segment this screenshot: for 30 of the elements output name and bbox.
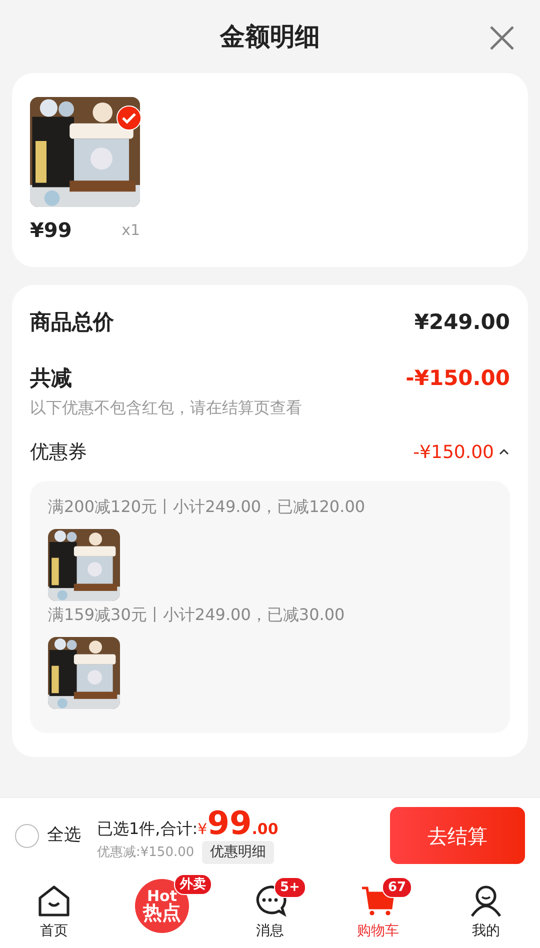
total-amount: 99 <box>207 807 252 839</box>
currency-symbol: ¥ <box>198 819 208 840</box>
discount-value: -¥150.00 <box>406 364 510 392</box>
select-all-label: 全选 <box>47 824 81 847</box>
coupon-label: 优惠券 <box>30 440 87 465</box>
dialog-title: 金额明细 <box>220 20 320 53</box>
discount-note: 以下优惠不包含红包，请在结算页查看 <box>29 397 303 419</box>
tab-bar-item[interactable]: 我的 <box>432 873 540 948</box>
discount-label: 共减 <box>30 364 72 392</box>
total-label: 商品总价 <box>30 309 114 336</box>
coupon-toggle[interactable]: -¥150.00 <box>413 438 510 466</box>
discount-summary: 优惠减:¥150.00 <box>97 844 194 862</box>
total-value: ¥249.00 <box>414 309 510 336</box>
item-quantity: x1 <box>122 220 140 241</box>
amount-decimal: .00 <box>252 819 278 840</box>
tab-bar-item[interactable]: 首页 <box>0 873 108 948</box>
select-all-checkbox[interactable] <box>15 824 39 848</box>
selected-count: 已选1件,合计: <box>97 818 198 840</box>
coupon-detail: 满200减120元丨小计249.00，已减120.00 <box>48 496 366 518</box>
close-button[interactable] <box>488 24 516 52</box>
notification-badge: 67 <box>382 877 412 898</box>
checkout-button[interactable]: 去结算 <box>390 807 525 864</box>
notification-badge: 5+ <box>274 877 306 898</box>
discount-details-button[interactable]: 优惠明细 <box>202 841 274 864</box>
tab-bar-item[interactable]: 购物车 67 <box>324 873 432 948</box>
item-price: ¥99 <box>30 217 72 244</box>
home-icon <box>37 884 71 918</box>
tab-bar-item[interactable]: 消息 5+ <box>216 873 324 948</box>
coupon-detail: 满159减30元丨小计249.00，已减30.00 <box>48 604 346 626</box>
person-icon <box>469 884 503 918</box>
